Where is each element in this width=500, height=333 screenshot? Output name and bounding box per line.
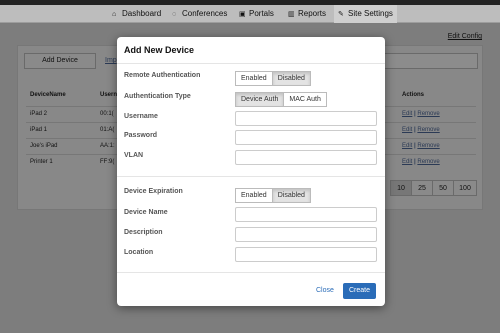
modal-title: Add New Device	[124, 45, 195, 55]
add-device-modal: Add New Device Remote Authentication Ena…	[117, 37, 385, 306]
nav-reports-label: Reports	[298, 9, 327, 18]
remote-auth-label: Remote Authentication	[124, 72, 201, 79]
nav-site-settings[interactable]: ✎ Site Settings	[334, 5, 397, 23]
username-cell: FF:9(	[100, 159, 115, 165]
search-input[interactable]	[382, 53, 478, 69]
edit-link[interactable]: Edit	[402, 143, 412, 149]
description-field[interactable]	[235, 227, 377, 242]
modal-footer-divider	[117, 272, 385, 273]
add-device-button[interactable]: Add Device	[24, 53, 96, 69]
row-actions: Edit | Remove	[402, 127, 440, 133]
page-size-10[interactable]: 10	[390, 180, 412, 196]
main-nav: ⌂ Dashboard ◌ Conferences ▣ Portals ▥ Report…	[0, 5, 500, 23]
expiration-toggle: Enabled Disabled	[235, 188, 311, 203]
location-field[interactable]	[235, 247, 377, 262]
column-header-device-name: DeviceName	[30, 92, 66, 98]
remove-link[interactable]: Remove	[417, 159, 439, 165]
device-name-cell: Printer 1	[30, 159, 53, 165]
description-label: Description	[124, 229, 163, 236]
column-header-username: Usern	[100, 92, 118, 98]
device-name-cell: Joe's iPad	[30, 143, 58, 149]
column-header-actions: Actions	[402, 92, 425, 98]
page-size-100[interactable]: 100	[453, 180, 477, 196]
action-separator: |	[414, 159, 416, 165]
username-cell: 01:A(	[100, 127, 115, 133]
modal-header-divider	[117, 63, 385, 64]
section-divider	[117, 176, 385, 177]
remove-link[interactable]: Remove	[417, 127, 439, 133]
edit-link[interactable]: Edit	[402, 111, 412, 117]
device-name-field[interactable]	[235, 207, 377, 222]
close-button[interactable]: Close	[316, 287, 334, 294]
remote-auth-enabled[interactable]: Enabled	[235, 71, 273, 86]
nav-portals[interactable]: ▣ Portals	[239, 5, 274, 23]
auth-type-toggle: Device Auth MAC Auth	[235, 92, 327, 107]
image-icon: ▣	[239, 11, 246, 18]
bar-chart-icon: ▥	[288, 11, 295, 18]
device-name-label: Device Name	[124, 209, 168, 216]
remote-auth-toggle: Enabled Disabled	[235, 71, 311, 86]
nav-conferences-label: Conferences	[182, 9, 228, 18]
row-actions: Edit | Remove	[402, 143, 440, 149]
action-separator: |	[414, 127, 416, 133]
expiration-enabled[interactable]: Enabled	[235, 188, 273, 203]
create-button[interactable]: Create	[343, 283, 376, 299]
password-label: Password	[124, 132, 158, 139]
auth-type-label: Authentication Type	[124, 93, 191, 100]
import-link[interactable]: Imp	[105, 57, 117, 64]
row-actions: Edit | Remove	[402, 111, 440, 117]
remove-link[interactable]: Remove	[417, 111, 439, 117]
remote-auth-disabled[interactable]: Disabled	[272, 71, 311, 86]
device-name-cell: iPad 1	[30, 127, 48, 133]
auth-type-mac[interactable]: MAC Auth	[284, 92, 327, 107]
nav-reports[interactable]: ▥ Reports	[288, 5, 326, 23]
auth-type-device[interactable]: Device Auth	[235, 92, 285, 107]
action-separator: |	[414, 111, 416, 117]
home-icon: ⌂	[112, 11, 117, 18]
vlan-label: VLAN	[124, 152, 144, 159]
nav-dashboard-label: Dashboard	[122, 9, 162, 18]
username-cell: 00:1(	[100, 111, 114, 117]
password-field[interactable]	[235, 130, 377, 145]
row-actions: Edit | Remove	[402, 159, 440, 165]
vlan-field[interactable]	[235, 150, 377, 165]
page-size-25[interactable]: 25	[411, 180, 433, 196]
action-separator: |	[414, 143, 416, 149]
nav-dashboard[interactable]: ⌂ Dashboard	[112, 5, 161, 23]
expiration-label: Device Expiration	[124, 188, 183, 195]
chat-icon: ◌	[172, 11, 177, 18]
username-field[interactable]	[235, 111, 377, 126]
nav-portals-label: Portals	[249, 9, 274, 18]
nav-site-settings-label: Site Settings	[348, 9, 393, 18]
location-label: Location	[124, 249, 154, 256]
expiration-disabled[interactable]: Disabled	[272, 188, 311, 203]
remove-link[interactable]: Remove	[417, 143, 439, 149]
page-size-50[interactable]: 50	[432, 180, 454, 196]
edit-config-link[interactable]: Edit Config	[448, 33, 482, 40]
username-cell: AA:1:	[100, 143, 115, 149]
edit-link[interactable]: Edit	[402, 127, 412, 133]
edit-link[interactable]: Edit	[402, 159, 412, 165]
device-name-cell: iPad 2	[30, 111, 48, 117]
username-label: Username	[124, 113, 158, 120]
wrench-icon: ✎	[338, 11, 344, 18]
nav-conferences[interactable]: ◌ Conferences	[172, 5, 227, 23]
